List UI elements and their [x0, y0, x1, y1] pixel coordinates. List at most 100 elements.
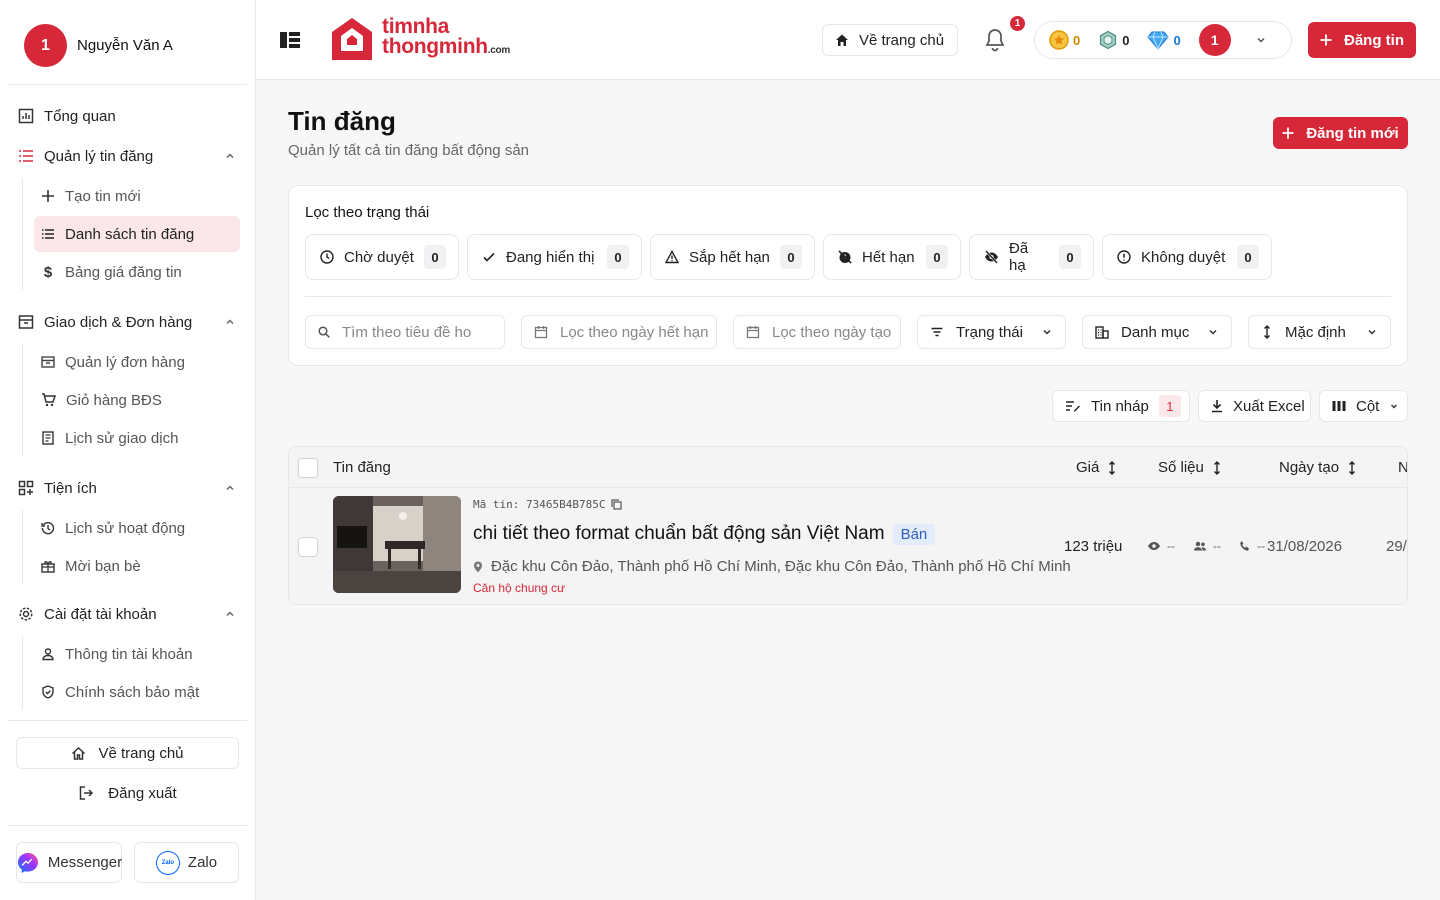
silver-coin-icon [1098, 30, 1118, 50]
status-chip-expiring[interactable]: Sắp hết hạn 0 [650, 234, 815, 280]
silver-balance: 0 [1098, 30, 1129, 50]
drafts-button[interactable]: Tin nháp 1 [1052, 390, 1190, 422]
logout-button[interactable]: Đăng xuất [16, 777, 239, 809]
status-chip-label: Hết hạn [862, 248, 915, 266]
export-excel-button[interactable]: Xuất Excel [1198, 390, 1311, 422]
logo-text: timnha thongminh.com [382, 16, 510, 61]
wallet-menu[interactable]: 0 0 0 1 [1034, 21, 1292, 59]
row-checkbox[interactable] [298, 537, 318, 557]
sidebar-item-settings[interactable]: Cài đặt tài khoản [16, 594, 240, 634]
status-chip-rejected[interactable]: Không duyệt 0 [1102, 234, 1272, 280]
status-chip-label: Sắp hết hạn [689, 248, 770, 266]
download-icon [1211, 399, 1223, 413]
drafts-label: Tin nháp [1091, 397, 1149, 415]
logo[interactable]: timnha thongminh.com [330, 16, 510, 62]
clock-icon [320, 250, 334, 264]
zalo-button[interactable]: Zalo Zalo [134, 842, 239, 883]
phone-icon [1239, 540, 1251, 552]
archive-icon [41, 355, 55, 369]
created-date-filter[interactable]: Lọc theo ngày tạo [733, 315, 901, 349]
table-header: Tin đăng Giá Số liệu Ngày tạo N [289, 447, 1407, 488]
sidebar-item-pricing[interactable]: $ Bảng giá đăng tin [34, 254, 240, 290]
status-select[interactable]: Trạng thái [917, 315, 1066, 349]
expiry-date-filter[interactable]: Lọc theo ngày hết hạn [521, 315, 717, 349]
cart-icon [41, 393, 56, 407]
user-name: Nguyễn Văn A [77, 37, 173, 54]
listing-title[interactable]: chi tiết theo format chuẩn bất động sản … [473, 523, 936, 545]
sidebar-item-label: Quản lý tin đăng [44, 147, 154, 165]
sidebar-item-account-info[interactable]: Thông tin tài khoản [34, 636, 240, 672]
status-chip-hidden[interactable]: Đã hạ 0 [969, 234, 1094, 280]
column-header-label: Số liệu [1158, 459, 1204, 476]
history-icon [41, 521, 55, 535]
plus-icon [1320, 34, 1332, 46]
sidebar-item-overview[interactable]: Tổng quan [16, 96, 240, 136]
sidebar-item-activity-history[interactable]: Lịch sử hoạt động [34, 510, 240, 546]
gear-icon [18, 606, 34, 622]
header-home-button[interactable]: Về trang chủ [822, 24, 958, 56]
sidebar-item-listing-list[interactable]: Danh sách tin đăng [34, 216, 240, 252]
home-button[interactable]: Về trang chủ [16, 737, 239, 769]
column-header-created[interactable]: Ngày tạo [1279, 459, 1357, 476]
sidebar-item-orders[interactable]: Quản lý đơn hàng [34, 344, 240, 380]
sidebar-item-invite-friends[interactable]: Mời bạn bè [34, 548, 240, 584]
columns-button[interactable]: Cột [1319, 390, 1408, 422]
listing-price: 123 triệu [1064, 538, 1123, 555]
listing-thumbnail[interactable] [333, 496, 461, 593]
select-all-checkbox[interactable] [298, 458, 318, 478]
header-home-label: Về trang chủ [859, 31, 945, 49]
status-chip-count: 0 [607, 245, 629, 269]
status-chip-pending[interactable]: Chờ duyệt 0 [305, 234, 459, 280]
status-chip-count: 0 [1059, 245, 1081, 269]
copy-icon[interactable] [611, 499, 623, 510]
status-chip-count: 0 [926, 245, 948, 269]
post-listing-button[interactable]: Đăng tin [1308, 22, 1416, 58]
sidebar: 1 Nguyễn Văn A Tổng quan Quản lý tin đăn… [0, 0, 256, 900]
column-header-price[interactable]: Giá [1076, 459, 1117, 476]
column-header-next[interactable]: N [1398, 459, 1407, 476]
sidebar-item-utilities[interactable]: Tiện ích [16, 468, 240, 508]
sidebar-item-label: Tạo tin mới [65, 187, 141, 205]
notification-badge: 1 [1010, 16, 1025, 31]
sort-select[interactable]: Mặc định [1248, 315, 1391, 349]
eye-icon [1147, 541, 1161, 551]
status-chip-count: 0 [780, 245, 802, 269]
divider [305, 296, 1391, 297]
sidebar-item-transactions[interactable]: Giao dịch & Đơn hàng [16, 302, 240, 342]
column-header-label: Ngày tạo [1279, 459, 1340, 476]
listing-address-text: Đặc khu Côn Đảo, Thành phố Hồ Chí Minh, … [491, 558, 1071, 575]
notification-button[interactable] [984, 28, 1006, 52]
calendar-icon [746, 325, 760, 339]
gold-balance: 0 [1049, 30, 1080, 50]
nav-settings-group: Cài đặt tài khoản Thông tin tài khoản Ch… [16, 594, 240, 712]
sidebar-item-cart[interactable]: Giỏ hàng BĐS [34, 382, 240, 418]
user-profile[interactable]: 1 Nguyễn Văn A [24, 24, 173, 67]
column-header-stats[interactable]: Số liệu [1158, 459, 1222, 476]
new-listing-label: Đăng tin mới [1306, 124, 1399, 142]
nav-utilities-group: Tiện ích Lịch sử hoạt động Mời bạn bè [16, 468, 240, 586]
sidebar-item-label: Lịch sử hoạt động [65, 519, 186, 537]
chevron-down-icon [1207, 326, 1219, 338]
search-input[interactable] [342, 323, 472, 341]
search-field[interactable] [305, 315, 505, 349]
status-chip-label: Không duyệt [1141, 248, 1226, 266]
home-icon [835, 33, 849, 47]
post-listing-label: Đăng tin [1344, 31, 1404, 49]
sidebar-item-listings[interactable]: Quản lý tin đăng [16, 136, 240, 176]
chevron-down-icon [1389, 401, 1399, 411]
category-select[interactable]: Danh mục [1082, 315, 1232, 349]
sidebar-item-label: Lịch sử giao dịch [65, 429, 179, 447]
messenger-button[interactable]: Messenger [16, 842, 122, 883]
new-listing-button[interactable]: Đăng tin mới [1273, 117, 1408, 149]
status-chip-active[interactable]: Đang hiển thị 0 [467, 234, 642, 280]
listings-submenu: Tạo tin mới Danh sách tin đăng $ Bảng gi… [22, 178, 240, 290]
listing-category: Căn hộ chung cư [473, 581, 566, 595]
sidebar-item-transaction-history[interactable]: Lịch sử giao dịch [34, 420, 240, 456]
sidebar-toggle-button[interactable] [280, 31, 300, 49]
chevron-up-icon [224, 608, 236, 620]
chevron-down-icon [1041, 326, 1053, 338]
table-row[interactable]: Mã tin: 73465B4B785C chi tiết theo forma… [289, 488, 1407, 604]
status-chip-expired[interactable]: Hết hạn 0 [823, 234, 961, 280]
sidebar-item-privacy-policy[interactable]: Chính sách bảo mật [34, 674, 240, 710]
sidebar-item-create-listing[interactable]: Tạo tin mới [34, 178, 240, 214]
